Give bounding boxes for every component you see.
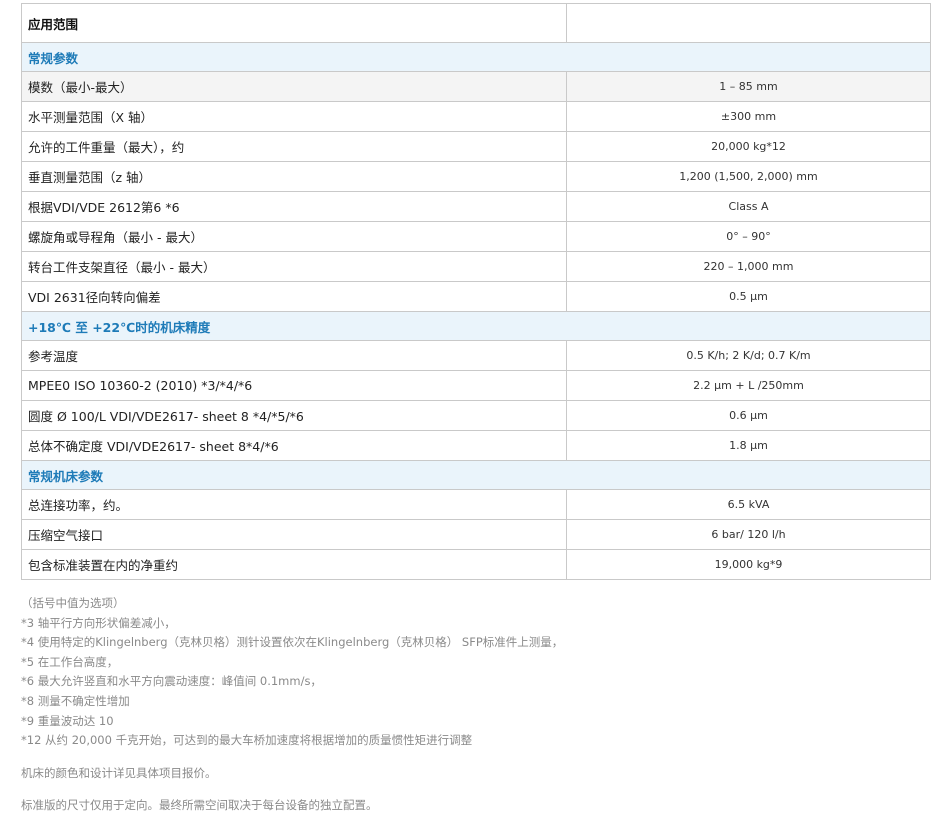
footnote-line: *5 在工作台高度，	[21, 654, 119, 669]
row-label: VDI 2631径向转向偏差	[21, 281, 567, 312]
color-design-note: 机床的颜色和设计详见具体项目报价。	[21, 766, 217, 780]
footnote-line: *3 轴平行方向形状偏差减小，	[21, 615, 176, 630]
footnote-line: *8 测量不确定性增加	[21, 693, 130, 708]
row-value: 0.5 K/h; 2 K/d; 0.7 K/m	[566, 340, 931, 371]
row-value: 6 bar/ 120 l/h	[566, 519, 931, 550]
table-row: 包含标准装置在内的净重约 19,000 kg*9	[21, 549, 931, 580]
table-row: 参考温度 0.5 K/h; 2 K/d; 0.7 K/m	[21, 340, 931, 371]
row-value: 0.5 µm	[566, 281, 931, 312]
row-value: 220 – 1,000 mm	[566, 251, 931, 282]
row-label: 水平测量范围（X 轴）	[21, 101, 567, 132]
row-label: 参考温度	[21, 340, 567, 371]
row-label: 总体不确定度 VDI/VDE2617- sheet 8*4/*6	[21, 430, 567, 461]
row-label: 圆度 Ø 100/L VDI/VDE2617- sheet 8 *4/*5/*6	[21, 400, 567, 431]
section-header-machine: 常规机床参数	[21, 460, 931, 490]
row-value: 0.6 µm	[566, 400, 931, 431]
footnote-line: （括号中值为选项）	[21, 596, 125, 610]
header-value	[566, 3, 931, 43]
row-value: 19,000 kg*9	[566, 549, 931, 580]
row-label: 压缩空气接口	[21, 519, 567, 550]
row-label: 螺旋角或导程角（最小 - 最大）	[21, 221, 567, 252]
row-value: 0° – 90°	[566, 221, 931, 252]
table-row: 垂直测量范围（z 轴） 1,200 (1,500, 2,000) mm	[21, 161, 931, 192]
table-row: 允许的工件重量（最大），约 20,000 kg*12	[21, 131, 931, 162]
row-label: 总连接功率，约。	[21, 489, 567, 520]
footnote-line: *4 使用特定的Klingelnberg（克林贝格）测针设置依次在Klingel…	[21, 635, 564, 650]
table-row: 总体不确定度 VDI/VDE2617- sheet 8*4/*6 1.8 µm	[21, 430, 931, 461]
row-value: 1 – 85 mm	[566, 71, 931, 102]
table-row: 圆度 Ø 100/L VDI/VDE2617- sheet 8 *4/*5/*6…	[21, 400, 931, 431]
row-label: 模数（最小-最大）	[21, 71, 567, 102]
header-label: 应用范围	[21, 3, 567, 43]
table-row: 转台工件支架直径（最小 - 最大） 220 – 1,000 mm	[21, 251, 931, 282]
section-header-general: 常规参数	[21, 42, 931, 72]
section-title: +18℃ 至 +22℃时的机床精度	[21, 311, 931, 341]
dimension-note: 标准版的尺寸仅用于定向。最终所需空间取决于每台设备的独立配置。	[21, 798, 378, 812]
footnote-line: *12 从约 20,000 千克开始，可达到的最大车桥加速度将根据增加的质量惯性…	[21, 733, 473, 748]
section-title: 常规机床参数	[21, 460, 931, 490]
section-header-accuracy: +18℃ 至 +22℃时的机床精度	[21, 311, 931, 341]
row-value: 6.5 kVA	[566, 489, 931, 520]
footnotes: （括号中值为选项） *3 轴平行方向形状偏差减小， *4 使用特定的Klinge…	[21, 594, 921, 751]
row-value: 1.8 µm	[566, 430, 931, 461]
section-title: 常规参数	[21, 42, 931, 72]
row-label: MPEE0 ISO 10360-2 (2010) *3/*4/*6	[21, 370, 567, 401]
row-label: 转台工件支架直径（最小 - 最大）	[21, 251, 567, 282]
table-row: MPEE0 ISO 10360-2 (2010) *3/*4/*6 2.2 µm…	[21, 370, 931, 401]
table-row: 压缩空气接口 6 bar/ 120 l/h	[21, 519, 931, 550]
footnote-line: *6 最大允许竖直和水平方向震动速度：峰值间 0.1mm/s，	[21, 674, 322, 689]
row-value: ±300 mm	[566, 101, 931, 132]
row-label: 根据VDI/VDE 2612第6 *6	[21, 191, 567, 222]
table-row: 根据VDI/VDE 2612第6 *6 Class A	[21, 191, 931, 222]
table-row: 模数（最小-最大） 1 – 85 mm	[21, 71, 931, 102]
table-row: 螺旋角或导程角（最小 - 最大） 0° – 90°	[21, 221, 931, 252]
row-value: 2.2 µm + L /250mm	[566, 370, 931, 401]
spec-table: 应用范围 常规参数 模数（最小-最大） 1 – 85 mm 水平测量范围（X 轴…	[21, 3, 931, 580]
row-value: 1,200 (1,500, 2,000) mm	[566, 161, 931, 192]
row-value: 20,000 kg*12	[566, 131, 931, 162]
table-row: 总连接功率，约。 6.5 kVA	[21, 489, 931, 520]
footnote-line: *9 重量波动达 10	[21, 713, 114, 728]
table-header-row: 应用范围	[21, 3, 931, 43]
row-label: 垂直测量范围（z 轴）	[21, 161, 567, 192]
row-value: Class A	[566, 191, 931, 222]
table-row: VDI 2631径向转向偏差 0.5 µm	[21, 281, 931, 312]
table-row: 水平测量范围（X 轴） ±300 mm	[21, 101, 931, 132]
row-label: 包含标准装置在内的净重约	[21, 549, 567, 580]
row-label: 允许的工件重量（最大），约	[21, 131, 567, 162]
